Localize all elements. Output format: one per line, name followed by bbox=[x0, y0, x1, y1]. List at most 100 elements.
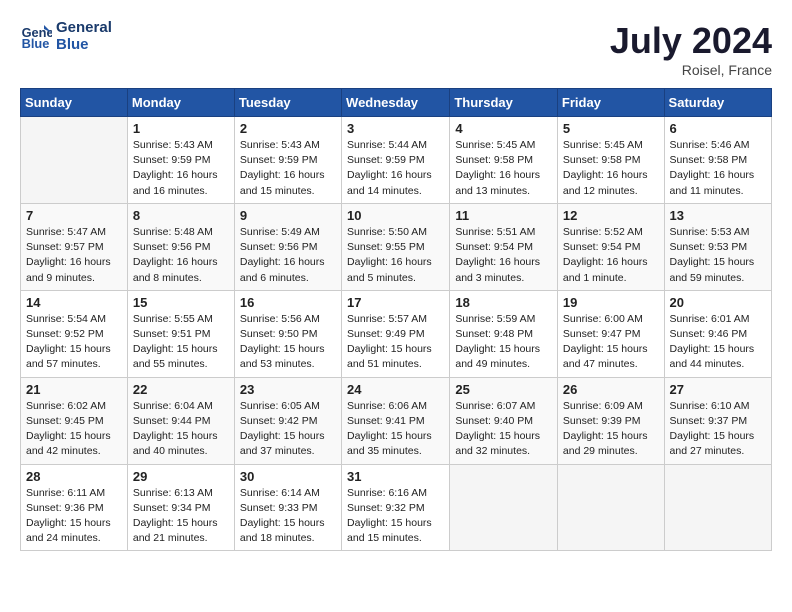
svg-text:Blue: Blue bbox=[22, 36, 50, 51]
calendar-cell: 6 Sunrise: 5:46 AM Sunset: 9:58 PM Dayli… bbox=[664, 117, 771, 204]
daylight-text: Daylight: 15 hours and 32 minutes. bbox=[455, 430, 540, 457]
sunset-text: Sunset: 9:56 PM bbox=[240, 241, 318, 253]
sunrise-text: Sunrise: 6:01 AM bbox=[670, 313, 750, 325]
daylight-text: Daylight: 15 hours and 40 minutes. bbox=[133, 430, 218, 457]
calendar-cell bbox=[450, 464, 558, 551]
sunrise-text: Sunrise: 5:55 AM bbox=[133, 313, 213, 325]
calendar-cell: 22 Sunrise: 6:04 AM Sunset: 9:44 PM Dayl… bbox=[127, 377, 234, 464]
day-number: 3 bbox=[347, 121, 444, 136]
daylight-text: Daylight: 16 hours and 5 minutes. bbox=[347, 256, 432, 283]
day-number: 14 bbox=[26, 295, 122, 310]
day-number: 5 bbox=[563, 121, 659, 136]
sunrise-text: Sunrise: 5:43 AM bbox=[240, 139, 320, 151]
logo-icon: General Blue bbox=[20, 21, 52, 53]
sunrise-text: Sunrise: 6:00 AM bbox=[563, 313, 643, 325]
sunset-text: Sunset: 9:44 PM bbox=[133, 415, 211, 427]
day-info: Sunrise: 5:52 AM Sunset: 9:54 PM Dayligh… bbox=[563, 225, 659, 286]
daylight-text: Daylight: 15 hours and 53 minutes. bbox=[240, 343, 325, 370]
sunset-text: Sunset: 9:46 PM bbox=[670, 328, 748, 340]
sunrise-text: Sunrise: 6:05 AM bbox=[240, 400, 320, 412]
day-info: Sunrise: 5:50 AM Sunset: 9:55 PM Dayligh… bbox=[347, 225, 444, 286]
sunrise-text: Sunrise: 5:49 AM bbox=[240, 226, 320, 238]
calendar-cell: 15 Sunrise: 5:55 AM Sunset: 9:51 PM Dayl… bbox=[127, 290, 234, 377]
sunset-text: Sunset: 9:54 PM bbox=[455, 241, 533, 253]
daylight-text: Daylight: 15 hours and 57 minutes. bbox=[26, 343, 111, 370]
calendar-cell bbox=[557, 464, 664, 551]
sunset-text: Sunset: 9:42 PM bbox=[240, 415, 318, 427]
daylight-text: Daylight: 16 hours and 14 minutes. bbox=[347, 169, 432, 196]
day-number: 6 bbox=[670, 121, 766, 136]
day-number: 29 bbox=[133, 469, 229, 484]
day-number: 15 bbox=[133, 295, 229, 310]
day-number: 2 bbox=[240, 121, 336, 136]
sunset-text: Sunset: 9:52 PM bbox=[26, 328, 104, 340]
calendar-cell: 21 Sunrise: 6:02 AM Sunset: 9:45 PM Dayl… bbox=[21, 377, 128, 464]
calendar-cell: 27 Sunrise: 6:10 AM Sunset: 9:37 PM Dayl… bbox=[664, 377, 771, 464]
sunset-text: Sunset: 9:58 PM bbox=[670, 154, 748, 166]
sunset-text: Sunset: 9:49 PM bbox=[347, 328, 425, 340]
weekday-header: Friday bbox=[557, 89, 664, 117]
calendar-week-row: 1 Sunrise: 5:43 AM Sunset: 9:59 PM Dayli… bbox=[21, 117, 772, 204]
weekday-header: Tuesday bbox=[234, 89, 341, 117]
day-number: 28 bbox=[26, 469, 122, 484]
calendar-table: SundayMondayTuesdayWednesdayThursdayFrid… bbox=[20, 88, 772, 551]
month-year-title: July 2024 bbox=[610, 20, 772, 62]
day-info: Sunrise: 5:55 AM Sunset: 9:51 PM Dayligh… bbox=[133, 312, 229, 373]
day-info: Sunrise: 6:02 AM Sunset: 9:45 PM Dayligh… bbox=[26, 399, 122, 460]
daylight-text: Daylight: 16 hours and 1 minute. bbox=[563, 256, 648, 283]
sunset-text: Sunset: 9:50 PM bbox=[240, 328, 318, 340]
logo-blue: Blue bbox=[56, 37, 112, 54]
calendar-week-row: 28 Sunrise: 6:11 AM Sunset: 9:36 PM Dayl… bbox=[21, 464, 772, 551]
daylight-text: Daylight: 15 hours and 55 minutes. bbox=[133, 343, 218, 370]
calendar-cell: 19 Sunrise: 6:00 AM Sunset: 9:47 PM Dayl… bbox=[557, 290, 664, 377]
calendar-cell: 28 Sunrise: 6:11 AM Sunset: 9:36 PM Dayl… bbox=[21, 464, 128, 551]
sunset-text: Sunset: 9:32 PM bbox=[347, 502, 425, 514]
day-number: 24 bbox=[347, 382, 444, 397]
calendar-cell: 12 Sunrise: 5:52 AM Sunset: 9:54 PM Dayl… bbox=[557, 203, 664, 290]
day-number: 7 bbox=[26, 208, 122, 223]
day-info: Sunrise: 6:07 AM Sunset: 9:40 PM Dayligh… bbox=[455, 399, 552, 460]
sunrise-text: Sunrise: 5:56 AM bbox=[240, 313, 320, 325]
sunrise-text: Sunrise: 6:11 AM bbox=[26, 487, 105, 499]
day-info: Sunrise: 5:54 AM Sunset: 9:52 PM Dayligh… bbox=[26, 312, 122, 373]
sunset-text: Sunset: 9:59 PM bbox=[133, 154, 211, 166]
sunrise-text: Sunrise: 5:51 AM bbox=[455, 226, 535, 238]
sunrise-text: Sunrise: 5:48 AM bbox=[133, 226, 213, 238]
sunset-text: Sunset: 9:40 PM bbox=[455, 415, 533, 427]
day-info: Sunrise: 5:45 AM Sunset: 9:58 PM Dayligh… bbox=[455, 138, 552, 199]
calendar-week-row: 7 Sunrise: 5:47 AM Sunset: 9:57 PM Dayli… bbox=[21, 203, 772, 290]
calendar-cell bbox=[21, 117, 128, 204]
day-info: Sunrise: 5:56 AM Sunset: 9:50 PM Dayligh… bbox=[240, 312, 336, 373]
calendar-cell: 24 Sunrise: 6:06 AM Sunset: 9:41 PM Dayl… bbox=[342, 377, 450, 464]
day-number: 31 bbox=[347, 469, 444, 484]
day-number: 10 bbox=[347, 208, 444, 223]
day-number: 22 bbox=[133, 382, 229, 397]
calendar-cell: 9 Sunrise: 5:49 AM Sunset: 9:56 PM Dayli… bbox=[234, 203, 341, 290]
calendar-cell: 25 Sunrise: 6:07 AM Sunset: 9:40 PM Dayl… bbox=[450, 377, 558, 464]
day-info: Sunrise: 5:59 AM Sunset: 9:48 PM Dayligh… bbox=[455, 312, 552, 373]
sunrise-text: Sunrise: 6:02 AM bbox=[26, 400, 106, 412]
day-info: Sunrise: 6:14 AM Sunset: 9:33 PM Dayligh… bbox=[240, 486, 336, 547]
sunrise-text: Sunrise: 5:50 AM bbox=[347, 226, 427, 238]
sunrise-text: Sunrise: 6:13 AM bbox=[133, 487, 213, 499]
sunset-text: Sunset: 9:53 PM bbox=[670, 241, 748, 253]
sunset-text: Sunset: 9:54 PM bbox=[563, 241, 641, 253]
weekday-header: Saturday bbox=[664, 89, 771, 117]
sunset-text: Sunset: 9:33 PM bbox=[240, 502, 318, 514]
daylight-text: Daylight: 16 hours and 11 minutes. bbox=[670, 169, 755, 196]
sunrise-text: Sunrise: 6:07 AM bbox=[455, 400, 535, 412]
daylight-text: Daylight: 15 hours and 44 minutes. bbox=[670, 343, 755, 370]
sunset-text: Sunset: 9:58 PM bbox=[563, 154, 641, 166]
calendar-cell: 31 Sunrise: 6:16 AM Sunset: 9:32 PM Dayl… bbox=[342, 464, 450, 551]
sunrise-text: Sunrise: 6:14 AM bbox=[240, 487, 320, 499]
weekday-header: Thursday bbox=[450, 89, 558, 117]
day-info: Sunrise: 6:11 AM Sunset: 9:36 PM Dayligh… bbox=[26, 486, 122, 547]
daylight-text: Daylight: 15 hours and 35 minutes. bbox=[347, 430, 432, 457]
calendar-week-row: 21 Sunrise: 6:02 AM Sunset: 9:45 PM Dayl… bbox=[21, 377, 772, 464]
weekday-header: Wednesday bbox=[342, 89, 450, 117]
day-info: Sunrise: 5:57 AM Sunset: 9:49 PM Dayligh… bbox=[347, 312, 444, 373]
page-header: General Blue General Blue July 2024 Rois… bbox=[20, 20, 772, 78]
weekday-header: Sunday bbox=[21, 89, 128, 117]
daylight-text: Daylight: 16 hours and 16 minutes. bbox=[133, 169, 218, 196]
day-info: Sunrise: 5:49 AM Sunset: 9:56 PM Dayligh… bbox=[240, 225, 336, 286]
